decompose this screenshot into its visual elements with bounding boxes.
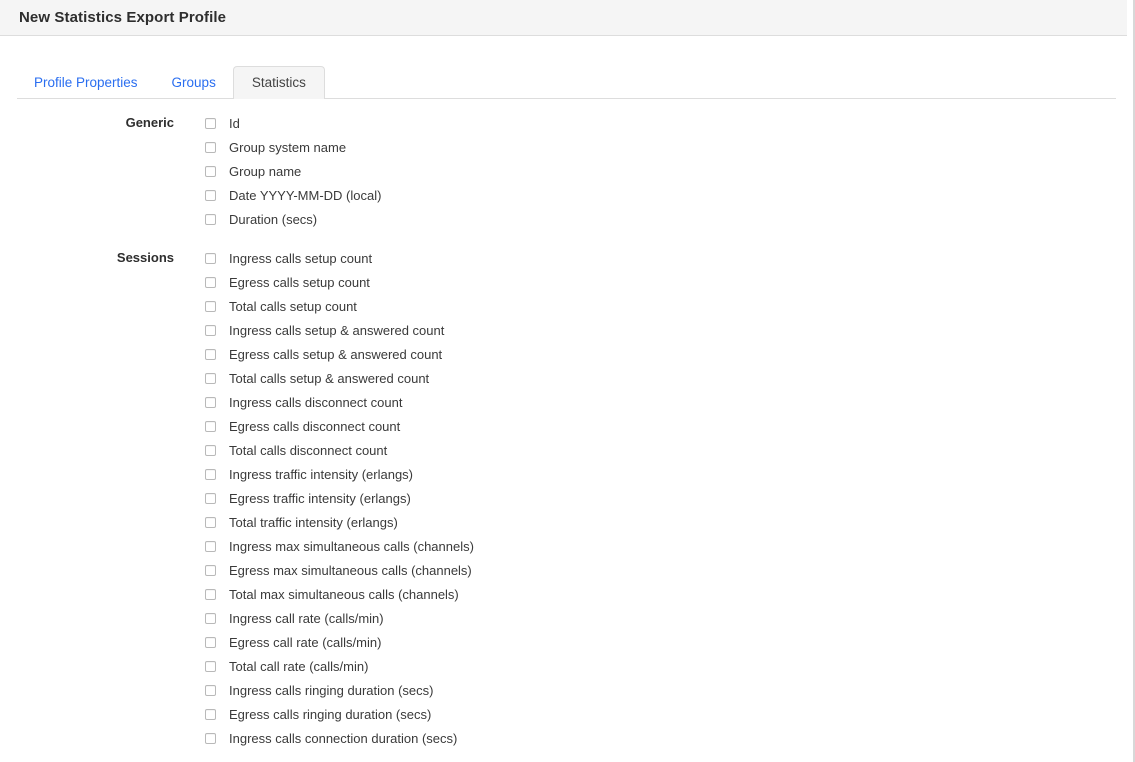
checkbox-label: Group system name xyxy=(229,139,347,155)
checkbox-icon[interactable] xyxy=(205,213,216,225)
checkbox-row[interactable]: Ingress calls setup & answered count xyxy=(205,318,1133,342)
checkbox-row[interactable]: Ingress calls disconnect count xyxy=(205,390,1133,414)
checkbox-icon[interactable] xyxy=(205,420,216,432)
checkbox-row[interactable]: Group system name xyxy=(205,135,1133,159)
checkbox-label: Egress max simultaneous calls (channels) xyxy=(229,562,472,578)
checkbox-label: Date YYYY-MM-DD (local) xyxy=(229,187,382,203)
checkbox-label: Group name xyxy=(229,163,302,179)
section-label: Sessions xyxy=(116,250,174,265)
page-title: New Statistics Export Profile xyxy=(19,9,227,26)
checkbox-label: Ingress calls ringing duration (secs) xyxy=(229,682,434,698)
checkbox-icon[interactable] xyxy=(205,372,216,384)
dialog-titlebar: New Statistics Export Profile xyxy=(0,0,1127,36)
section-generic: Generic Id Group system name Group name Date… xyxy=(0,111,1133,231)
checkbox-row[interactable]: Ingress calls setup count xyxy=(205,246,1133,270)
checkbox-row[interactable]: Ingress traffic intensity (erlangs) xyxy=(205,462,1133,486)
checkbox-label: Total calls disconnect count xyxy=(229,442,388,458)
checkbox-label: Total calls setup & answered count xyxy=(229,370,430,386)
checkbox-row[interactable]: Total calls setup & answered count xyxy=(205,366,1133,390)
section-label: Generic xyxy=(125,115,174,130)
checkbox-row[interactable]: Egress traffic intensity (erlangs) xyxy=(205,486,1133,510)
checkbox-icon[interactable] xyxy=(205,276,216,288)
checkbox-label: Total calls setup count xyxy=(229,298,357,314)
checkbox-label: Ingress max simultaneous calls (channels… xyxy=(229,538,474,554)
checkbox-label: Egress calls setup count xyxy=(229,274,370,290)
checkbox-row[interactable]: Group name xyxy=(205,159,1133,183)
checkbox-row[interactable]: Egress max simultaneous calls (channels) xyxy=(205,558,1133,582)
tab-profile-properties[interactable]: Profile Properties xyxy=(17,66,155,98)
checkbox-icon[interactable] xyxy=(205,444,216,456)
checkbox-label: Total traffic intensity (erlangs) xyxy=(229,514,398,530)
checkbox-label: Total call rate (calls/min) xyxy=(229,658,369,674)
checkbox-row[interactable]: Total traffic intensity (erlangs) xyxy=(205,510,1133,534)
tab-groups[interactable]: Groups xyxy=(155,66,233,98)
checkbox-icon[interactable] xyxy=(205,636,216,648)
checkbox-icon[interactable] xyxy=(205,660,216,672)
checkbox-label: Egress traffic intensity (erlangs) xyxy=(229,490,411,506)
checkbox-icon[interactable] xyxy=(205,348,216,360)
checkbox-row[interactable]: Egress calls disconnect count xyxy=(205,414,1133,438)
checkbox-icon[interactable] xyxy=(205,165,216,177)
checkbox-icon[interactable] xyxy=(205,612,216,624)
section-sessions: Sessions Ingress calls setup count Egress … xyxy=(0,246,1133,750)
checkbox-row[interactable]: Ingress max simultaneous calls (channels… xyxy=(205,534,1133,558)
tabstrip: Profile Properties Groups Statistics xyxy=(0,36,1127,99)
checkbox-icon[interactable] xyxy=(205,684,216,696)
checkbox-label: Total max simultaneous calls (channels) xyxy=(229,586,459,602)
checkbox-row[interactable]: Egress calls setup & answered count xyxy=(205,342,1133,366)
checkbox-row[interactable]: Egress calls ringing duration (secs) xyxy=(205,702,1133,726)
checkbox-icon[interactable] xyxy=(205,492,216,504)
checkbox-row[interactable]: Ingress calls ringing duration (secs) xyxy=(205,678,1133,702)
section-fields: Id Group system name Group name Date YYYY-M… xyxy=(175,111,1133,231)
checkbox-icon[interactable] xyxy=(205,588,216,600)
checkbox-row[interactable]: Ingress call rate (calls/min) xyxy=(205,606,1133,630)
checkbox-label: Ingress calls setup count xyxy=(229,250,373,266)
checkbox-row[interactable]: Egress calls setup count xyxy=(205,270,1133,294)
section-fields: Ingress calls setup count Egress calls se… xyxy=(175,246,1133,750)
checkbox-icon[interactable] xyxy=(205,324,216,336)
checkbox-row[interactable]: Egress call rate (calls/min) xyxy=(205,630,1133,654)
checkbox-label: Ingress traffic intensity (erlangs) xyxy=(229,466,413,482)
checkbox-row[interactable]: Total max simultaneous calls (channels) xyxy=(205,582,1133,606)
checkbox-row[interactable]: Total call rate (calls/min) xyxy=(205,654,1133,678)
checkbox-label: Id xyxy=(229,115,240,131)
checkbox-icon[interactable] xyxy=(205,732,216,744)
checkbox-icon[interactable] xyxy=(205,300,216,312)
checkbox-icon[interactable] xyxy=(205,564,216,576)
checkbox-row[interactable]: Total calls setup count xyxy=(205,294,1133,318)
checkbox-label: Ingress call rate (calls/min) xyxy=(229,610,384,626)
dialog-window: New Statistics Export Profile Profile Pr… xyxy=(0,0,1135,762)
checkbox-row[interactable]: Duration (secs) xyxy=(205,207,1133,231)
tab-list: Profile Properties Groups Statistics xyxy=(17,61,1116,99)
checkbox-label: Egress call rate (calls/min) xyxy=(229,634,382,650)
checkbox-label: Ingress calls connection duration (secs) xyxy=(229,730,458,746)
checkbox-icon[interactable] xyxy=(205,189,216,201)
statistics-form: Generic Id Group system name Group name Date… xyxy=(0,99,1133,750)
checkbox-icon[interactable] xyxy=(205,252,216,264)
checkbox-icon[interactable] xyxy=(205,516,216,528)
checkbox-row[interactable]: Id xyxy=(205,111,1133,135)
checkbox-label: Egress calls disconnect count xyxy=(229,418,401,434)
checkbox-icon[interactable] xyxy=(205,540,216,552)
checkbox-icon[interactable] xyxy=(205,708,216,720)
checkbox-icon[interactable] xyxy=(205,117,216,129)
checkbox-label: Ingress calls disconnect count xyxy=(229,394,403,410)
checkbox-icon[interactable] xyxy=(205,396,216,408)
checkbox-row[interactable]: Ingress calls connection duration (secs) xyxy=(205,726,1133,750)
checkbox-label: Egress calls ringing duration (secs) xyxy=(229,706,432,722)
checkbox-label: Ingress calls setup & answered count xyxy=(229,322,445,338)
checkbox-icon[interactable] xyxy=(205,468,216,480)
tab-statistics[interactable]: Statistics xyxy=(232,66,325,99)
checkbox-row[interactable]: Total calls disconnect count xyxy=(205,438,1133,462)
checkbox-label: Duration (secs) xyxy=(229,211,318,227)
checkbox-icon[interactable] xyxy=(205,141,216,153)
checkbox-label: Egress calls setup & answered count xyxy=(229,346,443,362)
checkbox-row[interactable]: Date YYYY-MM-DD (local) xyxy=(205,183,1133,207)
